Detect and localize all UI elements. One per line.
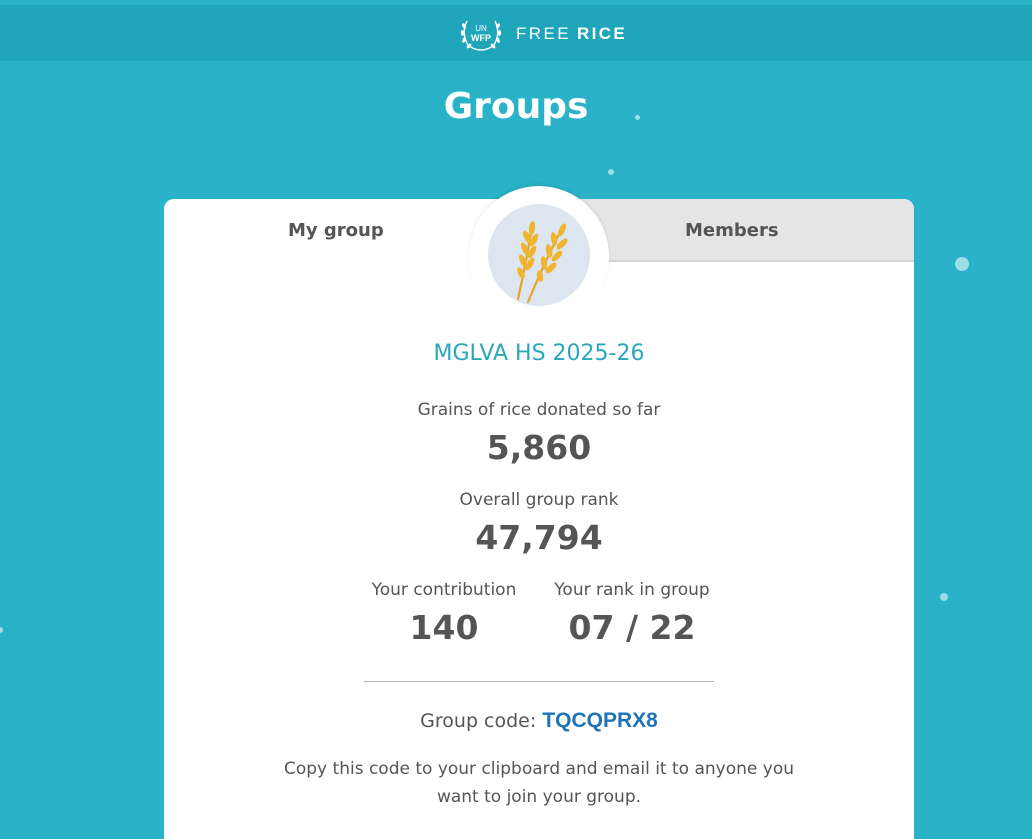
- rank-label: Overall group rank: [459, 490, 619, 510]
- group-code-label: Group code:: [420, 710, 537, 732]
- decorative-dot: [940, 593, 948, 601]
- brand-name: FREE RICE: [516, 24, 627, 44]
- logo-wfp-text: WFP: [471, 33, 491, 43]
- un-wreath-icon: UN WFP: [458, 15, 504, 53]
- group-name: MGLVA HS 2025-26: [433, 341, 645, 366]
- group-code-line: Group code: TQCQPRX8: [164, 708, 914, 734]
- decorative-dot: [608, 169, 614, 175]
- decorative-dot: [955, 257, 969, 271]
- tab-members[interactable]: Members: [685, 219, 779, 243]
- decorative-dot: [635, 115, 640, 120]
- grains-label: Grains of rice donated so far: [417, 400, 661, 420]
- page-title: Groups: [443, 86, 589, 127]
- wheat-icon: [516, 221, 568, 304]
- group-code-value[interactable]: TQCQPRX8: [542, 709, 658, 732]
- contribution-label: Your contribution: [371, 580, 517, 600]
- brand-rice: RICE: [576, 24, 628, 43]
- grains-value: 5,860: [486, 428, 592, 467]
- logo-un-text: UN: [475, 24, 487, 33]
- group-card: My group Members MGLVA HS 2025-26 Grains…: [164, 186, 914, 839]
- brand-free: FREE: [516, 24, 571, 43]
- member-rank-label: Your rank in group: [554, 580, 710, 600]
- group-code-help-text: Copy this code to your clipboard and ema…: [284, 759, 794, 807]
- top-bar: UN WFP FREE RICE: [0, 5, 1032, 61]
- member-rank-value: 07 / 22: [568, 608, 696, 647]
- tab-my-group[interactable]: My group: [288, 219, 384, 243]
- rank-value: 47,794: [475, 518, 603, 557]
- divider: [364, 681, 714, 682]
- group-emblem: [488, 204, 590, 306]
- decorative-dot: [0, 627, 3, 633]
- contribution-value: 140: [409, 608, 479, 647]
- freerice-logo[interactable]: UN WFP FREE RICE: [458, 15, 627, 53]
